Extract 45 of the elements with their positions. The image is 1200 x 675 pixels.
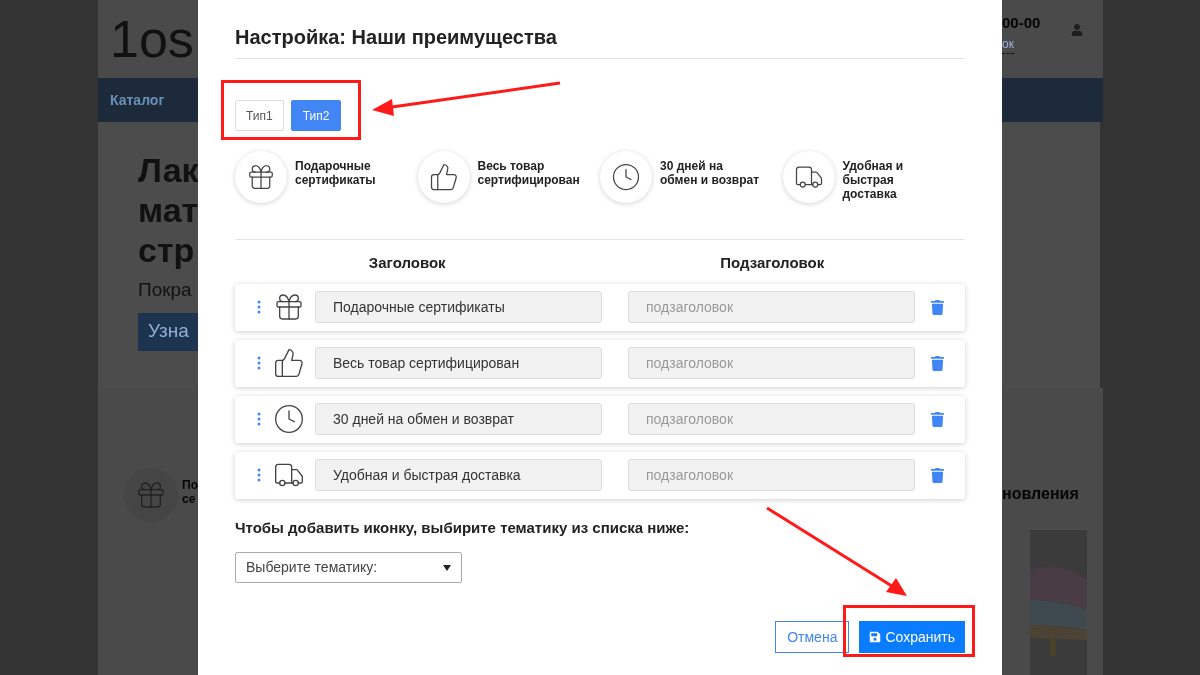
hero-subtitle: Покра xyxy=(138,278,192,302)
dialog-title: Настройка: Наши преимущества xyxy=(235,26,557,48)
phone-number: 00-00 xyxy=(1002,13,1041,33)
thumbs-up-icon xyxy=(428,162,459,192)
hero-heading: стр xyxy=(138,230,196,270)
user-icon[interactable] xyxy=(1071,24,1083,36)
dropdown-caret-icon xyxy=(443,564,451,571)
theme-select[interactable]: Выберите тематику: xyxy=(235,552,462,583)
type-tab[interactable]: Тип1 xyxy=(235,100,284,131)
clock-icon xyxy=(611,162,641,192)
gift-icon xyxy=(273,291,305,323)
subtitle-field[interactable]: подзаголовок xyxy=(628,347,915,379)
preview-title: Весь товар сертифицирован xyxy=(477,158,578,187)
hero-heading: мат xyxy=(138,190,198,230)
preview-title: Подарочные сертификаты xyxy=(295,158,377,187)
thumbs-up-icon xyxy=(273,347,305,379)
delete-icon[interactable] xyxy=(930,411,945,427)
title-field[interactable]: Весь товар сертифицирован xyxy=(315,347,602,379)
section-title: новления xyxy=(1002,484,1080,504)
clock-icon xyxy=(273,403,305,435)
delete-icon[interactable] xyxy=(930,355,945,371)
delete-icon[interactable] xyxy=(930,467,945,483)
title-field[interactable]: Подарочные сертификаты xyxy=(315,291,602,323)
feature-text: се xyxy=(182,492,197,506)
title-field[interactable]: Удобная и быстрая доставка xyxy=(315,459,602,491)
column-header: Подзаголовок xyxy=(719,253,826,273)
type-tab[interactable]: Тип2 xyxy=(290,100,342,131)
hero-button[interactable]: Узна xyxy=(138,312,198,351)
callback-link[interactable]: ок xyxy=(1002,34,1014,54)
gift-icon xyxy=(246,162,276,192)
subtitle-field[interactable]: подзаголовок xyxy=(628,403,915,435)
feature-text: По xyxy=(182,478,198,492)
title-field[interactable]: 30 дней на обмен и возврат xyxy=(315,403,602,435)
save-button[interactable]: Сохранить xyxy=(859,621,965,653)
subtitle-field[interactable]: подзаголовок xyxy=(628,291,915,323)
subtitle-field[interactable]: подзаголовок xyxy=(628,459,915,491)
preview-title: Удобная и быстрая доставка xyxy=(842,158,905,201)
logo: 1os xyxy=(110,13,194,65)
preview-title: 30 дней на обмен и возврат xyxy=(660,158,760,187)
save-icon xyxy=(869,631,882,643)
cancel-button[interactable]: Отмена xyxy=(775,621,850,653)
column-header: Заголовок xyxy=(367,253,447,273)
delete-icon[interactable] xyxy=(930,299,945,315)
hero-heading: Лак xyxy=(138,150,198,190)
hint-text: Чтобы добавить иконку, выбирите тематику из списка ниже: xyxy=(235,517,691,538)
